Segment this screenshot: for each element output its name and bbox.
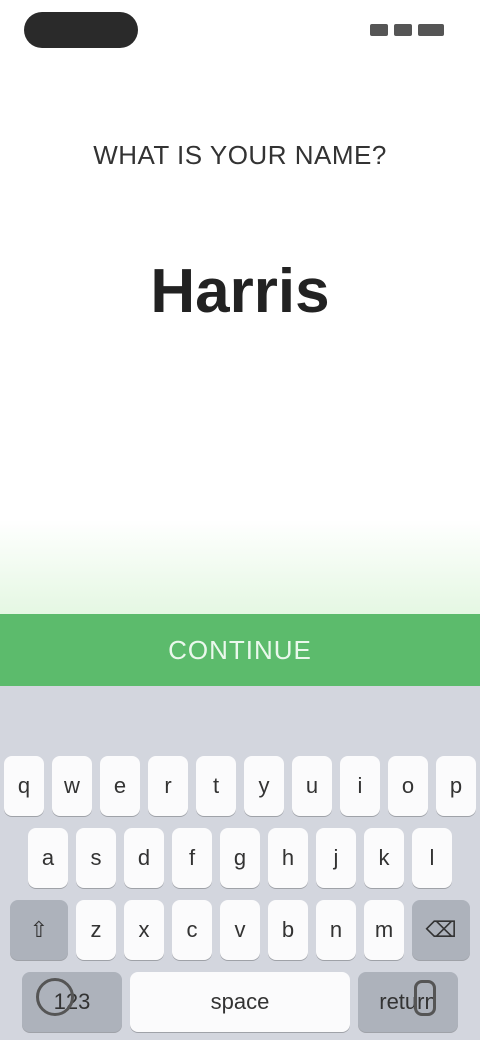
- keyboard: q w e r t y u i o p a s d f g h j k l ⇧ …: [0, 686, 480, 1040]
- key-p[interactable]: p: [436, 756, 476, 816]
- button-fade: [0, 520, 480, 616]
- key-l[interactable]: l: [412, 828, 452, 888]
- key-i[interactable]: i: [340, 756, 380, 816]
- continue-button[interactable]: CONTINUE: [0, 614, 480, 686]
- name-input[interactable]: [60, 250, 420, 332]
- wifi-icon: [394, 24, 412, 36]
- key-v[interactable]: v: [220, 900, 260, 960]
- suggestion-3[interactable]: [320, 686, 480, 742]
- key-o[interactable]: o: [388, 756, 428, 816]
- key-y[interactable]: y: [244, 756, 284, 816]
- battery-icon: [418, 24, 444, 36]
- suggestion-1[interactable]: [0, 686, 160, 742]
- key-h[interactable]: h: [268, 828, 308, 888]
- globe-icon[interactable]: [36, 978, 74, 1016]
- shift-key[interactable]: ⇧: [10, 900, 68, 960]
- key-r[interactable]: r: [148, 756, 188, 816]
- key-row-3: ⇧ z x c v b n m ⌫: [0, 900, 480, 960]
- name-prompt: WHAT IS YOUR NAME?: [93, 140, 387, 170]
- key-q[interactable]: q: [4, 756, 44, 816]
- key-row-2: a s d f g h j k l: [0, 828, 480, 888]
- key-c[interactable]: c: [172, 900, 212, 960]
- key-row-1: q w e r t y u i o p: [0, 756, 480, 816]
- suggestion-2[interactable]: [160, 686, 320, 742]
- backspace-key[interactable]: ⌫: [412, 900, 470, 960]
- suggestion-bar: [0, 686, 480, 742]
- key-z[interactable]: z: [76, 900, 116, 960]
- key-x[interactable]: x: [124, 900, 164, 960]
- backspace-icon: ⌫: [425, 917, 457, 942]
- key-t[interactable]: t: [196, 756, 236, 816]
- keyboard-bottom-bar: [0, 966, 480, 1016]
- shift-icon: ⇧: [29, 917, 49, 942]
- key-d[interactable]: d: [124, 828, 164, 888]
- signal-icon: [370, 24, 388, 36]
- key-u[interactable]: u: [292, 756, 332, 816]
- key-w[interactable]: w: [52, 756, 92, 816]
- key-k[interactable]: k: [364, 828, 404, 888]
- key-e[interactable]: e: [100, 756, 140, 816]
- key-f[interactable]: f: [172, 828, 212, 888]
- status-bar-icons: [370, 24, 444, 36]
- key-j[interactable]: j: [316, 828, 356, 888]
- key-b[interactable]: b: [268, 900, 308, 960]
- microphone-icon[interactable]: [414, 980, 436, 1016]
- key-g[interactable]: g: [220, 828, 260, 888]
- key-m[interactable]: m: [364, 900, 404, 960]
- key-s[interactable]: s: [76, 828, 116, 888]
- key-a[interactable]: a: [28, 828, 68, 888]
- key-n[interactable]: n: [316, 900, 356, 960]
- status-bar-pill: [24, 12, 138, 48]
